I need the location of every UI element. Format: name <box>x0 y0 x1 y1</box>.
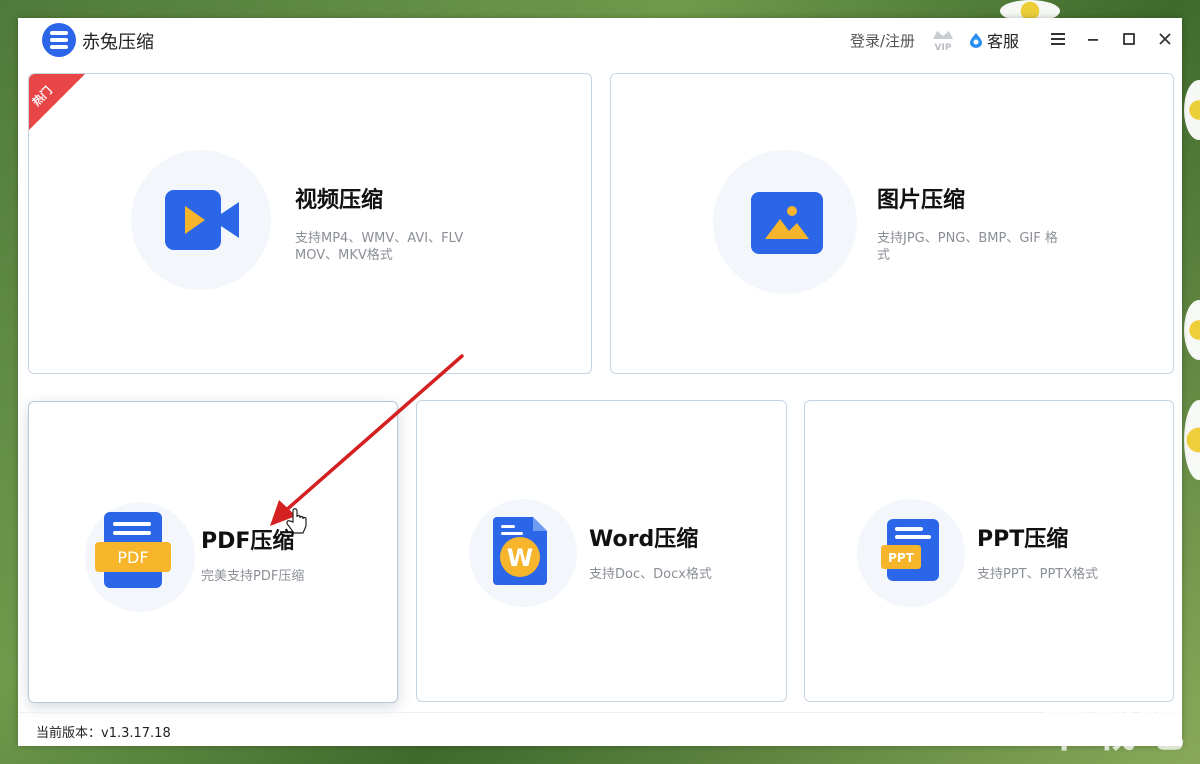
service-drop-icon <box>970 33 982 48</box>
ppt-card-title: PPT压缩 <box>977 527 1069 552</box>
title-bar: 赤兔压缩 登录/注册 VIP 客服 <box>18 18 1182 62</box>
word-card-title: Word压缩 <box>589 527 699 552</box>
ppt-compress-card[interactable]: PPT PPT压缩 支持PPT、PPTX格式 <box>804 400 1174 702</box>
pdf-card-desc: 完美支持PDF压缩 <box>201 569 305 584</box>
ppt-icon-label: PPT <box>888 551 915 565</box>
pdf-card-title: PDF压缩 <box>201 529 295 554</box>
watermark-text: 下载吧 <box>1042 703 1186 757</box>
word-card-desc: 支持Doc、Docx格式 <box>589 567 712 582</box>
customer-service-button[interactable]: 客服 <box>969 28 1019 52</box>
status-footer: 当前版本：v1.3.17.18 <box>18 712 1182 747</box>
video-compress-card[interactable]: 热门 视频压缩 支持MP4、WMV、AVI、FLV MOV、MKV格式 <box>28 73 592 374</box>
image-icon <box>751 192 823 254</box>
video-camera-icon <box>165 190 239 250</box>
image-card-desc-line1: 支持JPG、PNG、BMP、GIF 格 <box>877 231 1058 246</box>
word-compress-card[interactable]: W Word压缩 支持Doc、Docx格式 <box>416 400 787 702</box>
maximize-icon[interactable] <box>1119 29 1139 49</box>
app-logo-icon <box>42 23 76 57</box>
pdf-compress-card[interactable]: PDF PDF压缩 完美支持PDF压缩 <box>28 401 398 703</box>
pdf-document-icon: PDF <box>95 512 171 588</box>
video-card-desc-line2: MOV、MKV格式 <box>295 248 393 263</box>
video-card-title: 视频压缩 <box>295 188 384 213</box>
background-flower <box>1184 300 1200 360</box>
vip-crown-icon[interactable]: VIP <box>930 26 956 52</box>
service-label: 客服 <box>987 32 1020 51</box>
hot-badge: 热门 <box>29 74 85 130</box>
app-window: 赤兔压缩 登录/注册 VIP 客服 热门 视频压缩 支持MP4、WMV、AVI、… <box>18 18 1182 746</box>
image-card-title: 图片压缩 <box>877 188 966 213</box>
login-register-link[interactable]: 登录/注册 <box>850 30 915 51</box>
menu-icon[interactable] <box>1048 29 1068 49</box>
vip-label: VIP <box>935 43 952 52</box>
ppt-card-desc: 支持PPT、PPTX格式 <box>977 567 1099 582</box>
version-label: 当前版本：v1.3.17.18 <box>36 726 171 741</box>
pdf-icon-label: PDF <box>117 548 148 567</box>
background-flower <box>1184 80 1200 140</box>
minimize-icon[interactable] <box>1083 29 1103 49</box>
word-document-icon: W <box>493 517 547 585</box>
background-flower <box>1184 400 1200 480</box>
video-card-desc-line1: 支持MP4、WMV、AVI、FLV <box>295 231 464 246</box>
word-icon-label: W <box>507 544 533 572</box>
image-compress-card[interactable]: 图片压缩 支持JPG、PNG、BMP、GIF 格 式 <box>610 73 1174 374</box>
close-icon[interactable] <box>1155 29 1175 49</box>
image-card-desc-line2: 式 <box>877 248 891 263</box>
app-title: 赤兔压缩 <box>82 32 154 53</box>
ppt-document-icon: PPT <box>881 519 939 581</box>
